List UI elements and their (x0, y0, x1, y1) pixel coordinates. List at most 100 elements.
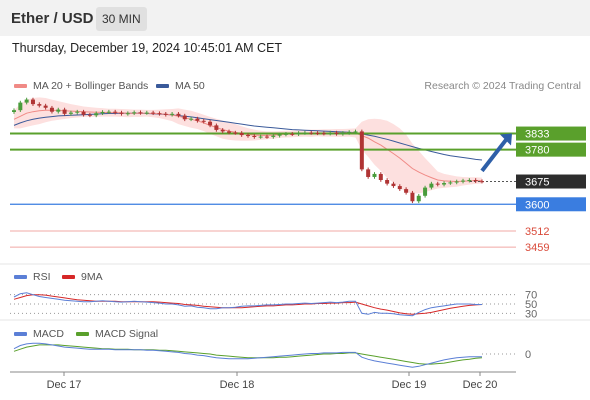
rsi-level-label: 70 (525, 290, 537, 302)
candle-body (30, 99, 35, 105)
rsi-ma-swatch-icon (62, 275, 75, 279)
candle-body (442, 183, 447, 185)
rsi-swatch-icon (14, 275, 27, 279)
candle-body (49, 107, 54, 112)
candle-body (473, 180, 478, 182)
candle-body (302, 132, 307, 134)
candle-body (416, 195, 421, 202)
candle-body (347, 132, 352, 134)
candle-body (321, 133, 326, 135)
candle-body (138, 112, 143, 114)
bollinger-band (14, 97, 482, 194)
candle-body (151, 112, 156, 114)
candle-body (480, 181, 484, 183)
rsi-level-label: 50 (525, 299, 537, 311)
candle-body (233, 132, 238, 134)
candle-body (315, 132, 320, 134)
last-price-tag (516, 174, 586, 189)
candle-body (24, 99, 29, 103)
candle-body (182, 115, 187, 120)
candle-body (214, 125, 219, 130)
candle-body (94, 113, 99, 116)
candle-body (12, 110, 16, 112)
price-chart[interactable]: 3833 3780 3675 3600 3512 3459 705030 0 Dec 17… (0, 0, 590, 400)
candle-body (87, 114, 92, 116)
candle-body (461, 180, 466, 182)
candle-body (144, 112, 149, 114)
candle-body (68, 112, 73, 114)
candle-body (264, 136, 269, 138)
candle-body (283, 133, 288, 135)
candle-body (359, 131, 364, 170)
macd-swatch-icon (14, 332, 27, 336)
candle-body (239, 132, 244, 136)
legend-ma20: MA 20 + Bollinger Bands (14, 80, 148, 92)
candle-body (119, 112, 124, 114)
legend-rsi-label: RSI (33, 271, 51, 283)
resistance-level-tag (516, 126, 586, 141)
candle-body (113, 111, 118, 113)
support-level-tag (516, 197, 586, 212)
candle-body (201, 120, 206, 122)
candle-body (56, 109, 61, 112)
ma20-swatch-icon (14, 84, 27, 88)
legend-ma50-label: MA 50 (175, 80, 205, 92)
candle-body (391, 183, 396, 187)
legend-rsi: RSI (14, 271, 51, 283)
legend-rsi-ma: 9MA (62, 271, 103, 283)
candle-body (132, 112, 137, 114)
legend-rsi-ma-label: 9MA (81, 271, 103, 283)
candle-body (423, 187, 428, 196)
candle-body (372, 173, 377, 177)
candle-body (385, 180, 390, 184)
x-tick-label: Dec 20 (463, 379, 498, 391)
candle-body (353, 131, 358, 133)
timeframe-button[interactable]: 30 MIN (96, 7, 147, 31)
candle-body (220, 129, 225, 132)
candle-body (170, 113, 175, 115)
candle-body (296, 132, 301, 135)
candle-body (277, 134, 282, 136)
legend-macd-label: MACD (33, 328, 64, 340)
candle-body (252, 135, 257, 137)
candle-body (410, 192, 415, 202)
candle-body (125, 113, 130, 115)
candle-body (448, 182, 453, 184)
candle-body (467, 180, 472, 181)
candle-body (157, 113, 162, 115)
candle-body (195, 118, 200, 121)
x-tick-label: Dec 17 (47, 379, 82, 391)
candle-body (227, 131, 232, 133)
resistance-level-label: 3780 (525, 145, 549, 157)
rsi-ma-line (13, 294, 483, 315)
forecast-arrowhead-icon (500, 133, 512, 146)
candle-body (75, 111, 80, 113)
ma50-swatch-icon (156, 84, 169, 88)
candle-body (81, 111, 86, 115)
legend-macd: MACD (14, 328, 64, 340)
candle-body (18, 102, 23, 111)
candle-body (163, 113, 168, 115)
support-level-label: 3600 (525, 199, 549, 211)
candle-body (189, 118, 194, 120)
candle-body (366, 169, 371, 177)
rsi-line (13, 292, 482, 317)
legend-macd-signal: MACD Signal (76, 328, 158, 340)
candle-body (404, 189, 409, 193)
resistance-level-tag (516, 142, 586, 157)
forecast-arrow-icon (480, 137, 509, 173)
rsi-level-label: 30 (525, 308, 537, 320)
candle-body (62, 109, 67, 114)
x-tick-label: Dec 19 (392, 379, 427, 391)
candle-body (290, 133, 295, 135)
macd-signal-swatch-icon (76, 332, 89, 336)
timestamp: Thursday, December 19, 2024 10:45:01 AM … (12, 41, 283, 55)
candle-body (435, 183, 440, 185)
resistance-level-label: 3833 (525, 129, 549, 141)
research-credit: Research © 2024 Trading Central (424, 80, 581, 92)
candle-body (208, 121, 213, 126)
candle-body (397, 186, 402, 190)
candle-body (378, 173, 383, 180)
candle-body (340, 132, 345, 134)
candle-body (176, 113, 181, 116)
